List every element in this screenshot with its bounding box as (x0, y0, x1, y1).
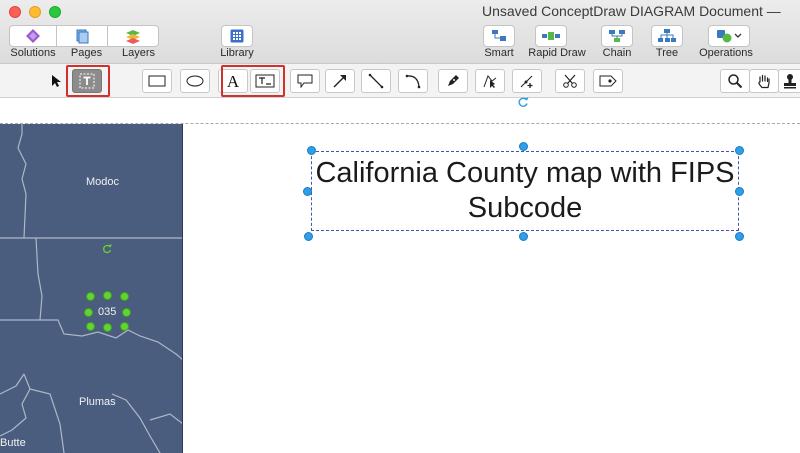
county-label-butte: Butte (0, 437, 26, 449)
title-bar: Unsaved ConceptDraw DIAGRAM Document — S… (0, 0, 800, 64)
stamp-tool[interactable] (778, 69, 800, 93)
green-handle-r[interactable] (122, 308, 131, 317)
scissors-tool[interactable] (555, 69, 585, 93)
tree-group (651, 25, 683, 47)
callout-icon (297, 74, 313, 88)
tree-icon (658, 29, 676, 42)
rapid-draw-button[interactable] (535, 25, 567, 47)
library-icon (230, 29, 244, 43)
panels-group (9, 25, 159, 47)
green-handle-tr[interactable] (120, 292, 129, 301)
direct-selection-tool[interactable] (475, 69, 505, 93)
pointer-arrow-icon (52, 75, 61, 87)
pen-icon (448, 75, 459, 86)
rectangle-tool[interactable] (142, 69, 172, 93)
drawing-canvas[interactable]: Modoc 035 Plumas Butte California County… (0, 96, 800, 453)
green-handle-l[interactable] (84, 308, 93, 317)
resize-handle-bottom[interactable] (519, 232, 528, 241)
direct-selection-icon (483, 74, 497, 88)
smart-button[interactable] (483, 25, 515, 47)
resize-handle-right[interactable] (735, 187, 744, 196)
pages-label: Pages (70, 47, 103, 59)
callout-tool[interactable] (290, 69, 320, 93)
solutions-button[interactable] (9, 25, 57, 47)
resize-handle-top-right[interactable] (735, 146, 744, 155)
hand-icon (758, 74, 770, 89)
operations-group (708, 25, 750, 47)
stamp-icon (783, 74, 796, 89)
layers-button[interactable] (108, 25, 159, 47)
scissors-icon (563, 74, 577, 88)
library-button[interactable] (221, 25, 253, 47)
chain-group (601, 25, 633, 47)
resize-handle-top-left[interactable] (307, 146, 316, 155)
text-block-tool-highlight (66, 65, 110, 97)
layers-icon (126, 30, 140, 44)
library-group (221, 25, 253, 47)
operations-icon (717, 30, 742, 43)
resize-handle-bottom-left[interactable] (304, 232, 313, 241)
chain-icon (609, 30, 625, 42)
line-tool[interactable] (361, 69, 391, 93)
zoom-window-button[interactable] (49, 6, 61, 18)
tree-label: Tree (655, 47, 679, 59)
green-handle-tl[interactable] (86, 292, 95, 301)
smart-connector-icon (492, 30, 506, 41)
arrow-tool[interactable] (325, 69, 355, 93)
add-point-icon (520, 75, 533, 88)
text-tools-highlight (221, 65, 285, 97)
hand-tool[interactable] (749, 69, 779, 93)
arc-tool[interactable] (398, 69, 428, 93)
smart-label: Smart (484, 47, 514, 59)
minimize-window-button[interactable] (29, 6, 41, 18)
insert-image-tool[interactable] (593, 69, 623, 93)
resize-handle-left[interactable] (303, 187, 312, 196)
rapid-draw-label: Rapid Draw (528, 47, 586, 59)
pages-button[interactable] (57, 25, 108, 47)
county-fips-code: 035 (98, 306, 117, 318)
green-handle-bl[interactable] (86, 322, 95, 331)
tree-button[interactable] (651, 25, 683, 47)
arrow-icon (333, 75, 346, 88)
ellipse-tool[interactable] (180, 69, 210, 93)
window-title: Unsaved ConceptDraw DIAGRAM Document — (482, 3, 781, 19)
rectangle-icon (148, 75, 166, 87)
resize-handle-top[interactable] (519, 142, 528, 151)
operations-button[interactable] (708, 25, 750, 47)
library-label: Library (220, 47, 254, 59)
smart-group (483, 25, 515, 47)
green-handle-br[interactable] (120, 322, 129, 331)
chain-label: Chain (602, 47, 632, 59)
chain-button[interactable] (601, 25, 633, 47)
rapid-draw-icon (542, 32, 560, 40)
operations-label: Operations (699, 47, 753, 59)
county-label-modoc: Modoc (86, 176, 120, 188)
green-handle-t[interactable] (103, 291, 112, 300)
zoom-tool[interactable] (720, 69, 750, 93)
green-rotation-handle[interactable] (102, 244, 112, 254)
magnifier-icon (728, 74, 743, 89)
solutions-icon (26, 29, 40, 43)
layers-label: Layers (121, 47, 156, 59)
drawing-toolbar: A (0, 64, 800, 98)
rapid-draw-group (535, 25, 567, 47)
pen-tool[interactable] (438, 69, 468, 93)
app-window: Unsaved ConceptDraw DIAGRAM Document — S… (0, 0, 800, 453)
ellipse-icon (186, 75, 204, 87)
close-window-button[interactable] (9, 6, 21, 18)
map-title-text[interactable]: California County map with FIPS Subcode (312, 156, 738, 226)
selected-text-box[interactable]: California County map with FIPS Subcode (311, 151, 739, 231)
insert-image-icon (599, 75, 617, 87)
line-icon (368, 73, 384, 89)
solutions-label: Solutions (10, 47, 56, 59)
arc-icon (405, 74, 421, 89)
pages-icon (76, 29, 89, 44)
county-label-plumas: Plumas (79, 396, 116, 408)
rotation-handle[interactable] (517, 96, 529, 108)
add-point-tool[interactable] (512, 69, 542, 93)
green-handle-b[interactable] (103, 323, 112, 332)
county-map[interactable]: Modoc 035 Plumas Butte (0, 124, 183, 453)
resize-handle-bottom-right[interactable] (735, 232, 744, 241)
